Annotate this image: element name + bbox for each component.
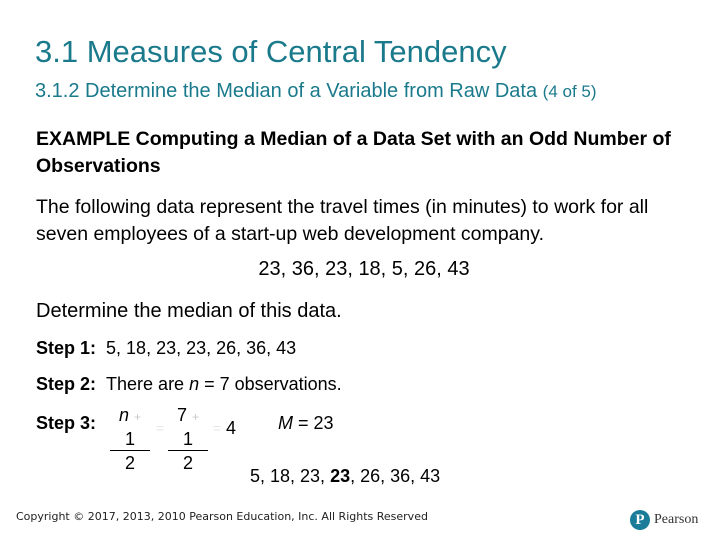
page-indicator: (4 of 5) xyxy=(542,82,597,101)
sorted-after: , 26, 36, 43 xyxy=(350,466,441,486)
sorted-data-with-median: 5, 18, 23, 23, 26, 36, 43 xyxy=(250,466,440,487)
fraction-1-denominator: 2 xyxy=(124,453,135,473)
fraction-2-denominator: 2 xyxy=(182,453,193,473)
pearson-logo: P Pearson xyxy=(630,510,698,530)
fraction-2-b: 1 xyxy=(182,429,193,449)
subtitle-text: 3.1.2 Determine the Median of a Variable… xyxy=(35,80,538,102)
fraction-2-numerator: 7 + 1 xyxy=(168,404,208,451)
median-variable: M xyxy=(278,413,293,433)
step-1: Step 1: 5, 18, 23, 23, 26, 36, 43 xyxy=(36,338,296,359)
prompt-text: Determine the median of this data. xyxy=(36,300,342,322)
median-result: = 23 xyxy=(293,413,334,433)
slide-title: 3.1 Measures of Central Tendency xyxy=(35,34,507,69)
example-title: Computing a Median of a Data Set with an… xyxy=(36,128,671,177)
step-1-label: Step 1: xyxy=(36,338,97,358)
fraction-2-a: 7 xyxy=(176,405,187,425)
median-value: M = 23 xyxy=(278,413,334,434)
sorted-before: 5, 18, 23, xyxy=(250,466,331,486)
step-3-label: Step 3: xyxy=(36,413,97,433)
step-2-text-before: There are xyxy=(106,374,190,394)
example-label: EXAMPLE xyxy=(36,128,131,150)
pearson-p-icon: P xyxy=(630,510,650,530)
step-1-text: 5, 18, 23, 23, 26, 36, 43 xyxy=(106,338,297,358)
slide-subtitle: 3.1.2 Determine the Median of a Variable… xyxy=(35,80,597,103)
equals-sign: = xyxy=(213,420,222,436)
fraction-n-plus-1-over-2: n + 1 2 xyxy=(110,404,150,475)
raw-data-values: 23, 36, 23, 18, 5, 26, 43 xyxy=(258,258,470,280)
step-2-variable: n xyxy=(189,374,200,394)
step-2: Step 2: There are n = 7 observations. xyxy=(36,374,342,395)
fraction-1-const: 1 xyxy=(124,429,135,449)
example-heading: EXAMPLE Computing a Median of a Data Set… xyxy=(36,126,676,180)
pearson-wordmark: Pearson xyxy=(654,512,699,527)
step-2-text-after: = 7 observations. xyxy=(199,374,342,394)
plus-sign: + xyxy=(192,410,200,424)
step-2-label: Step 2: xyxy=(36,374,97,394)
fraction-1-var: n xyxy=(118,405,129,425)
fraction-1-numerator: n + 1 xyxy=(110,404,150,451)
copyright-footer: Copyright © 2017, 2013, 2010 Pearson Edu… xyxy=(16,510,428,523)
median-position-result: 4 xyxy=(226,418,237,438)
step-3-label-row: Step 3: xyxy=(36,413,96,434)
equals-sign: = xyxy=(156,420,165,436)
median-highlight: 23 xyxy=(330,466,351,486)
plus-sign: + xyxy=(134,410,142,424)
fraction-7-plus-1-over-2: 7 + 1 2 xyxy=(168,404,208,475)
intro-paragraph: The following data represent the travel … xyxy=(36,196,649,245)
